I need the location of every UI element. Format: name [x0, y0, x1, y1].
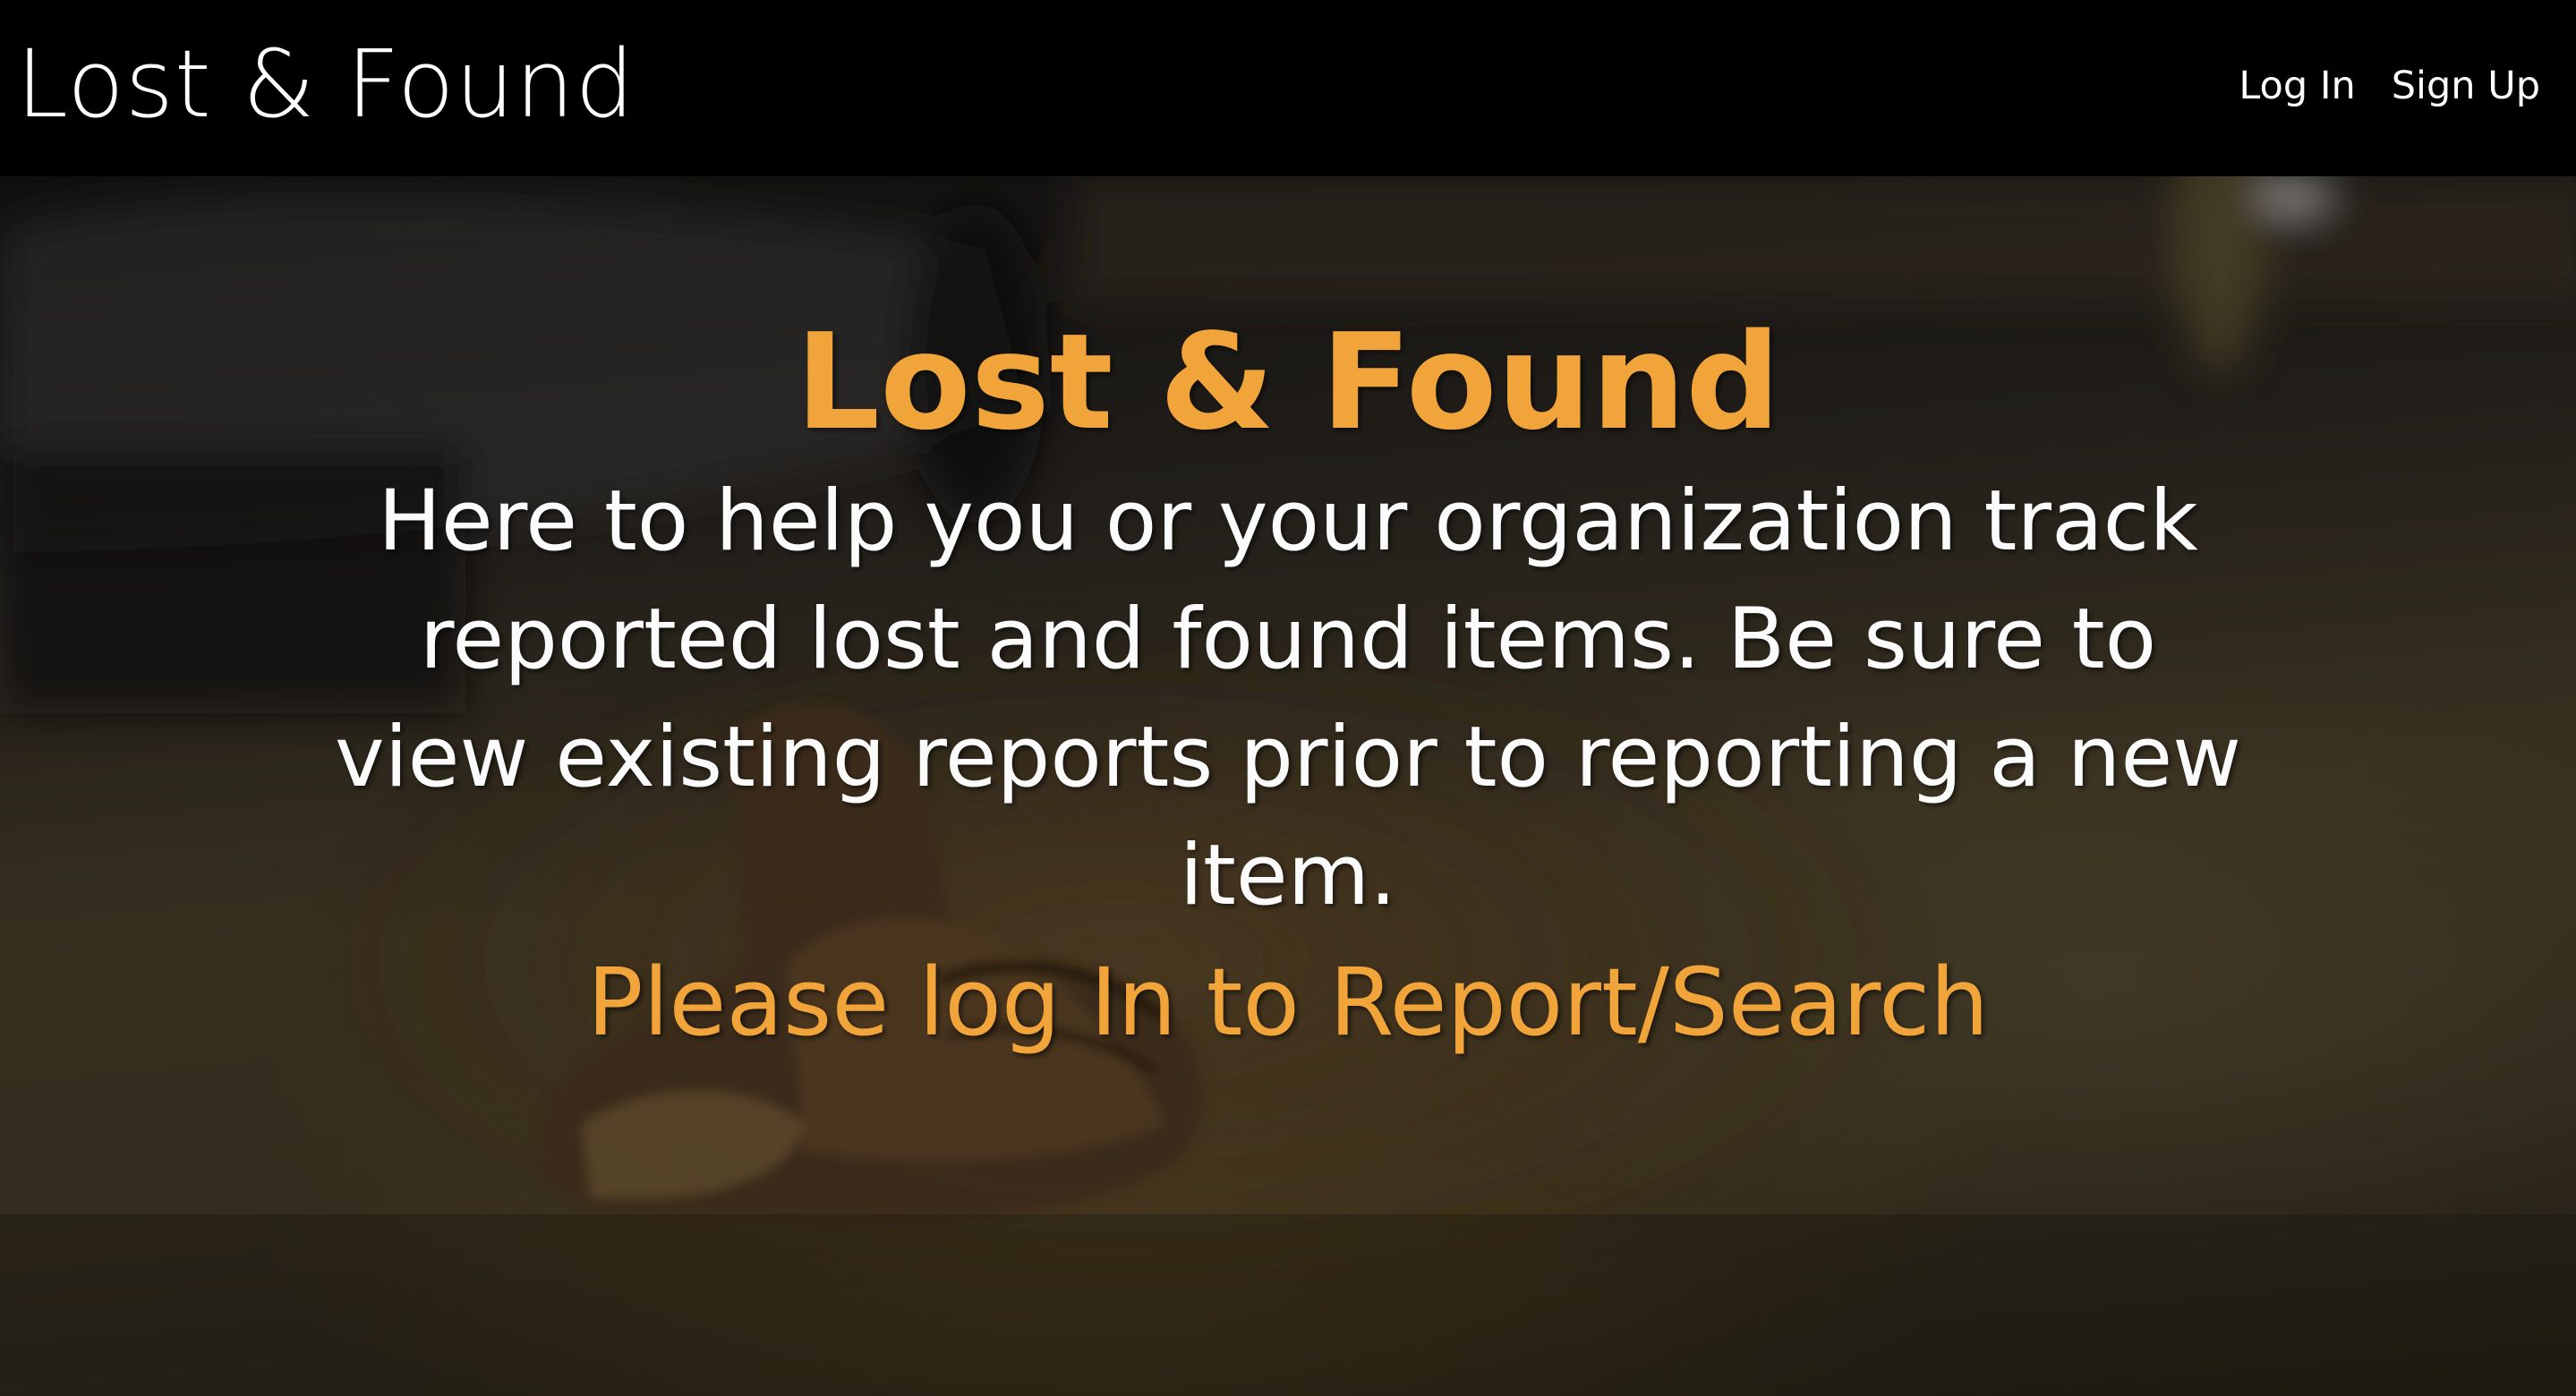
brand-logo-link[interactable]: Lost & Found [16, 30, 635, 138]
hero-description: Here to help you or your organization tr… [334, 472, 2242, 924]
hero-section: Lost & Found Here to help you or your or… [0, 176, 2576, 1396]
nav-links: Log In Sign Up [2239, 61, 2540, 111]
hero-content: Lost & Found Here to help you or your or… [269, 302, 2307, 1069]
login-link[interactable]: Log In [2239, 61, 2355, 111]
login-to-report-link[interactable]: Please log In to Report/Search [587, 935, 1989, 1069]
hero-title: Lost & Found [795, 305, 1781, 459]
signup-link[interactable]: Sign Up [2392, 61, 2540, 111]
navbar: Lost & Found Log In Sign Up [0, 0, 2576, 176]
